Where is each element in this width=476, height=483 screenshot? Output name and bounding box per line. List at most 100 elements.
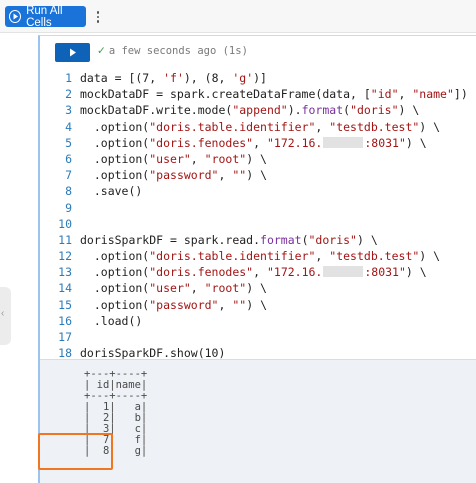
string-token: 'f' [163, 71, 184, 85]
code-line: 17 [40, 329, 476, 345]
line-number: 5 [65, 135, 72, 150]
string-token: "" [232, 168, 247, 183]
code-line: 11 dorisSparkDF = spark.read.format("dori… [40, 232, 476, 248]
code-line: 12 .option("doris.table.identifier", "te… [40, 248, 476, 264]
line-content: .option("doris.table.identifier", "testd… [80, 248, 440, 264]
code-token: ) \ [419, 119, 441, 134]
redacted-ip-mask [323, 266, 364, 278]
more-vertical-icon[interactable] [93, 7, 103, 27]
line-number: 16 [58, 313, 72, 328]
code-editor[interactable]: 1 data = [(7, 'f'), (8, 'g')] 2 mockDataDF … [40, 70, 476, 361]
code-token: , [190, 281, 205, 296]
code-token: ), (8, [183, 71, 233, 85]
line-content: .option("password", "") \ [80, 167, 267, 183]
code-token: ]) [453, 87, 468, 102]
code-token: .load() [80, 313, 143, 328]
side-panel-toggle[interactable]: ‹ [0, 287, 11, 345]
code-token: ) \ [246, 281, 267, 296]
string-token: "id" [370, 87, 399, 102]
string-token: "password" [149, 168, 219, 183]
chevron-left-icon: ‹ [1, 308, 5, 319]
redacted-ip-mask [323, 136, 364, 148]
line-content: .option("user", "root") \ [80, 280, 267, 296]
string-token: "user" [149, 151, 191, 166]
code-token: )] [253, 71, 267, 85]
string-token: "172.16. [266, 265, 323, 280]
code-token: mockDataDF = spark.createDataFrame(data,… [80, 87, 371, 102]
notebook-toolbar: Run All Cells [0, 0, 476, 33]
code-token: data = [(7, [80, 71, 164, 85]
run-cell-button[interactable] [55, 43, 90, 62]
string-token: "" [232, 297, 247, 312]
line-number: 14 [58, 281, 72, 296]
code-line: 13 .option("doris.fenodes", "172.16.:803… [40, 264, 476, 280]
code-token: , [315, 119, 330, 134]
code-token: ) \ [246, 297, 267, 312]
string-token: "doris" [350, 103, 399, 118]
string-token: "testdb.test" [329, 119, 420, 134]
line-content: .option("doris.table.identifier", "testd… [80, 119, 440, 135]
play-circle-icon [9, 10, 22, 23]
string-token: "name" [412, 87, 454, 102]
line-number: 12 [58, 249, 72, 264]
status-text: a few seconds ago (1s) [108, 45, 248, 57]
line-content: .option("user", "root") \ [80, 151, 267, 167]
string-token: "root" [204, 281, 247, 296]
code-token: , [218, 297, 233, 312]
line-number: 11 [58, 232, 72, 247]
run-all-label: Run All Cells [26, 4, 63, 29]
code-token: mockDataDF.write.mode( [80, 103, 233, 118]
line-number: 8 [65, 184, 72, 199]
line-content: mockDataDF = spark.createDataFrame(data,… [80, 86, 468, 102]
code-token: .option( [80, 265, 150, 280]
function-token: format [260, 232, 302, 247]
code-token: , [315, 249, 330, 264]
code-line: 1 data = [(7, 'f'), (8, 'g')] [40, 70, 476, 86]
code-token: ) \ [356, 232, 378, 247]
code-token: ( [301, 232, 309, 247]
line-number: 6 [65, 151, 72, 166]
line-number: 17 [58, 330, 72, 344]
code-token: dorisSparkDF = spark.read. [80, 232, 261, 247]
line-content: .save() [80, 183, 142, 199]
string-token: :8031" [364, 265, 406, 280]
code-token: ) \ [405, 135, 427, 150]
code-token: .option( [80, 297, 150, 312]
code-line: 15 .option("password", "") \ [40, 297, 476, 313]
string-token: "doris.fenodes" [149, 135, 254, 150]
line-number: 2 [65, 87, 72, 102]
string-token: "doris.fenodes" [149, 265, 254, 280]
code-line: 9 [40, 200, 476, 216]
function-token: format [301, 103, 344, 118]
code-token: , [190, 151, 205, 166]
line-content: mockDataDF.write.mode("append").format("… [80, 102, 419, 118]
string-token: "append" [232, 103, 288, 118]
code-token: ) \ [246, 168, 267, 183]
string-token: "password" [149, 297, 219, 312]
line-number: 1 [65, 71, 72, 85]
line-content: dorisSparkDF = spark.read.format("doris"… [80, 232, 378, 248]
string-token: 'g' [232, 71, 254, 85]
line-number: 7 [65, 168, 72, 183]
check-icon: ✓ [97, 45, 106, 57]
code-line: 2 mockDataDF = spark.createDataFrame(data… [40, 86, 476, 102]
run-all-cells-button[interactable]: Run All Cells [5, 4, 86, 29]
code-token: , [398, 87, 413, 102]
code-line: 4 .option("doris.table.identifier", "tes… [40, 119, 476, 135]
code-token: .option( [80, 151, 150, 166]
code-token: ) \ [419, 249, 441, 264]
code-line: 6 .option("user", "root") \ [40, 151, 476, 167]
string-token: "root" [204, 151, 247, 166]
code-token: .save() [80, 184, 143, 199]
code-token: .option( [80, 249, 150, 264]
code-token: ) \ [246, 151, 267, 166]
line-number: 13 [58, 265, 72, 280]
code-line: 10 [40, 216, 476, 232]
code-token: .option( [80, 281, 150, 296]
string-token: "doris.table.identifier" [149, 249, 316, 264]
code-token: ) \ [398, 103, 420, 118]
execution-status: ✓ a few seconds ago (1s) [97, 45, 248, 57]
code-line: 3 mockDataDF.write.mode("append").format(… [40, 102, 476, 118]
string-token: "doris" [308, 232, 357, 247]
play-icon [69, 48, 76, 57]
